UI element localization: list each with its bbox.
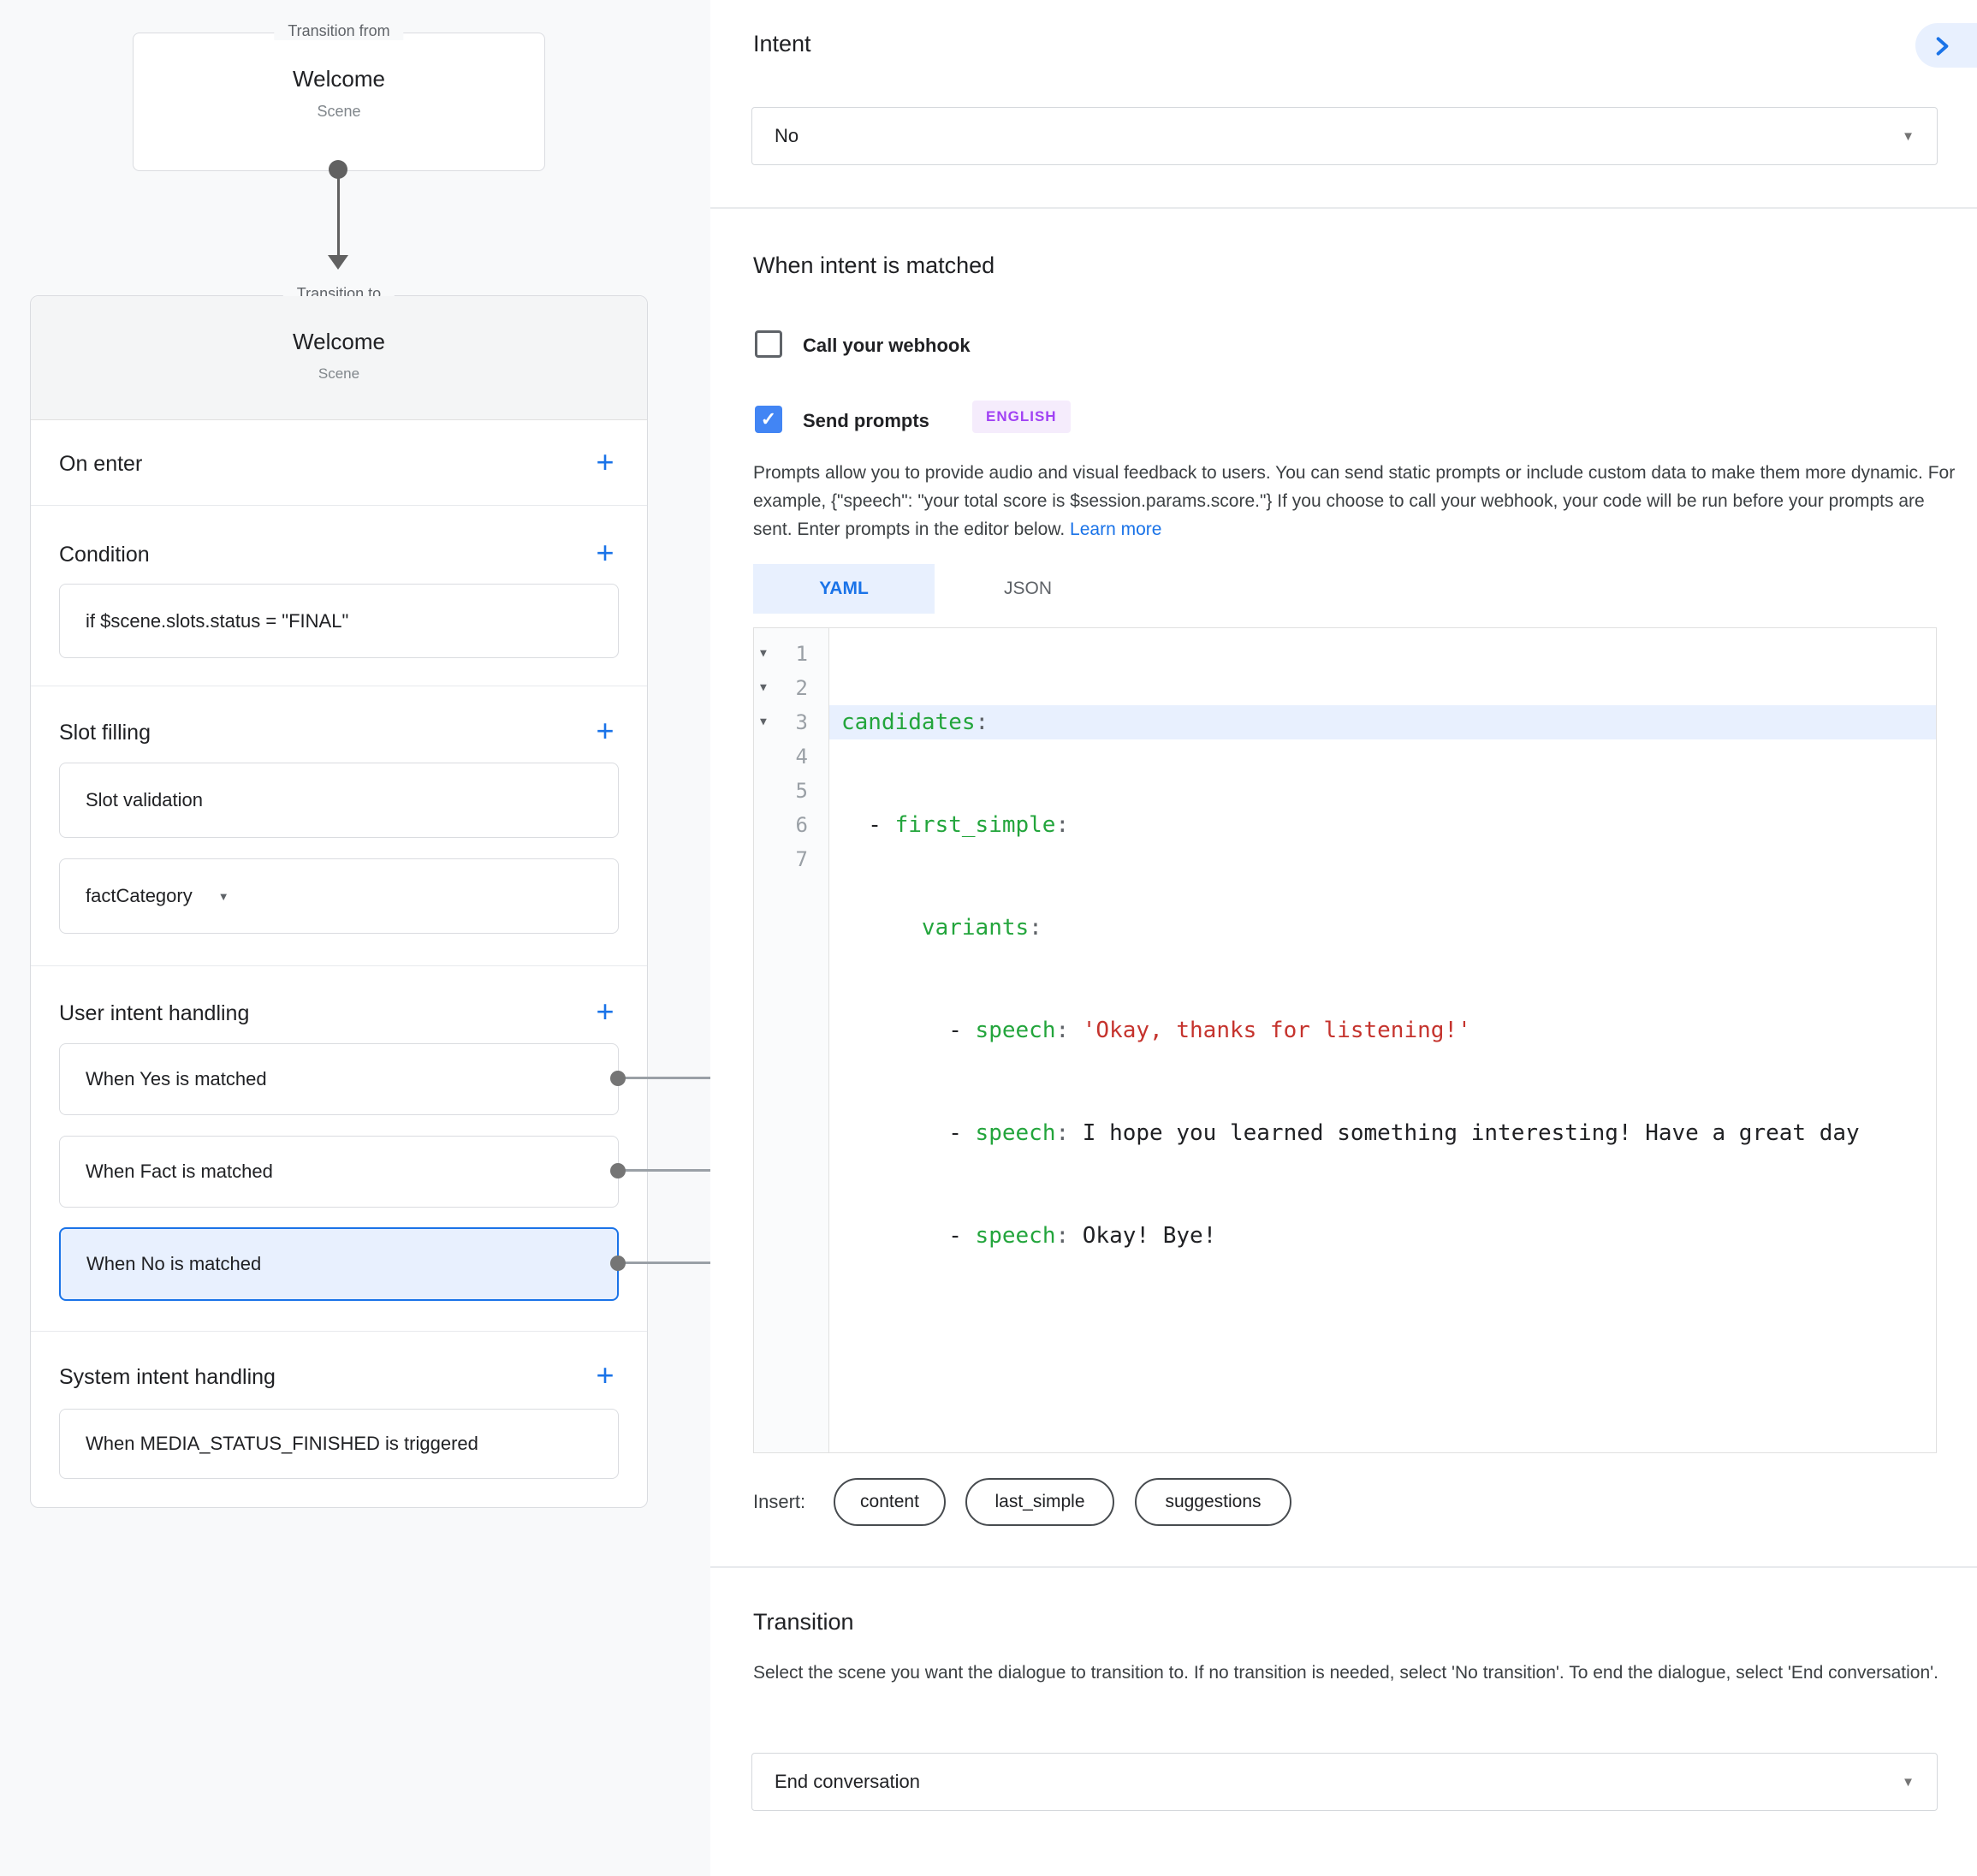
- code-line: candidates:: [829, 705, 1936, 739]
- from-scene-title: Welcome: [134, 66, 544, 92]
- collapse-panel-button[interactable]: [1915, 23, 1977, 68]
- system-intent-label: When MEDIA_STATUS_FINISHED is triggered: [86, 1433, 478, 1455]
- chevron-right-icon: [1931, 35, 1953, 57]
- intent-item-no-selected[interactable]: When No is matched: [59, 1227, 619, 1301]
- slot-validation-label: Slot validation: [86, 789, 203, 811]
- insert-chip-suggestions[interactable]: suggestions: [1135, 1478, 1291, 1526]
- section-divider: [31, 1331, 647, 1332]
- system-intent-item[interactable]: When MEDIA_STATUS_FINISHED is triggered: [59, 1409, 619, 1479]
- scene-card-header[interactable]: Welcome Scene: [31, 296, 647, 420]
- code-line: - speech: 'Okay, thanks for listening!': [829, 1013, 1936, 1048]
- intent-item-yes[interactable]: When Yes is matched: [59, 1043, 619, 1115]
- section-divider: [710, 207, 1977, 209]
- fact-category-label: factCategory: [86, 885, 193, 907]
- slot-filling-label: Slot filling: [59, 721, 151, 745]
- line-number: 2: [796, 676, 808, 700]
- intent-item-label: When No is matched: [86, 1253, 261, 1275]
- dropdown-caret-icon: ▼: [1902, 129, 1915, 144]
- condition-item[interactable]: if $scene.slots.status = "FINAL": [59, 584, 619, 658]
- line-number: 5: [796, 779, 808, 803]
- intent-connector-dot: [610, 1071, 626, 1086]
- section-divider: [31, 965, 647, 966]
- from-scene-subtitle: Scene: [134, 103, 544, 121]
- transition-select[interactable]: End conversation ▼: [751, 1753, 1938, 1811]
- code-line: - speech: Okay! Bye!: [829, 1219, 1936, 1253]
- condition-expression: if $scene.slots.status = "FINAL": [86, 610, 348, 632]
- fold-caret-icon[interactable]: ▼: [760, 637, 767, 671]
- on-enter-label: On enter: [59, 452, 142, 477]
- chevron-down-icon: ▼: [218, 890, 229, 903]
- check-icon: ✓: [761, 408, 776, 430]
- line-number: 6: [796, 813, 808, 837]
- code-line: - speech: I hope you learned something i…: [829, 1116, 1936, 1150]
- when-intent-matched-heading: When intent is matched: [753, 252, 994, 279]
- transition-heading: Transition: [753, 1609, 854, 1636]
- dropdown-caret-icon: ▼: [1902, 1775, 1915, 1790]
- prompts-description-text: Prompts allow you to provide audio and v…: [753, 463, 1955, 539]
- intent-select-value: No: [775, 125, 799, 147]
- call-webhook-checkbox[interactable]: [755, 330, 782, 358]
- intent-item-label: When Fact is matched: [86, 1161, 273, 1183]
- slot-validation-item[interactable]: Slot validation: [59, 763, 619, 838]
- insert-chip-content[interactable]: content: [834, 1478, 946, 1526]
- intent-select[interactable]: No ▼: [751, 107, 1938, 165]
- insert-label: Insert:: [753, 1491, 805, 1513]
- insert-chip-last-simple[interactable]: last_simple: [965, 1478, 1114, 1526]
- tab-yaml[interactable]: YAML: [753, 564, 935, 614]
- editor-gutter: ▼ 1 ▼ 2 ▼ 3 4 5 6 7: [754, 628, 829, 1452]
- transition-from-legend: Transition from: [274, 22, 403, 40]
- transition-description: Select the scene you want the dialogue t…: [753, 1659, 1968, 1688]
- prompt-code-editor[interactable]: ▼ 1 ▼ 2 ▼ 3 4 5 6 7 candidates: - first_sim…: [753, 627, 1937, 1453]
- line-number: 4: [796, 745, 808, 769]
- fold-caret-icon[interactable]: ▼: [760, 705, 767, 739]
- code-line: [829, 1321, 1936, 1356]
- condition-label: Condition: [59, 543, 150, 567]
- line-number: 3: [796, 710, 808, 734]
- arrow-down-icon: [328, 255, 348, 270]
- user-intent-handling-label: User intent handling: [59, 1001, 249, 1026]
- connector-line: [337, 175, 340, 257]
- intent-connector-line: [618, 1169, 710, 1172]
- scene-editor-page: Transition from Welcome Scene Transition…: [0, 0, 1977, 1876]
- scene-subtitle: Scene: [31, 365, 647, 383]
- intent-item-label: When Yes is matched: [86, 1068, 267, 1090]
- intent-connector-dot: [610, 1163, 626, 1178]
- add-slot-button[interactable]: +: [585, 712, 625, 751]
- intent-item-fact[interactable]: When Fact is matched: [59, 1136, 619, 1208]
- code-line: variants:: [829, 911, 1936, 945]
- section-divider: [31, 505, 647, 506]
- system-intent-handling-label: System intent handling: [59, 1365, 276, 1390]
- send-prompts-label: Send prompts: [803, 410, 929, 432]
- add-condition-button[interactable]: +: [585, 534, 625, 573]
- language-badge: ENGLISH: [972, 401, 1071, 433]
- intent-panel-title: Intent: [753, 31, 811, 57]
- call-webhook-label: Call your webhook: [803, 335, 971, 357]
- intent-connector-line: [618, 1077, 710, 1079]
- send-prompts-checkbox[interactable]: ✓: [755, 406, 782, 433]
- scene-title: Welcome: [31, 296, 647, 355]
- tab-json[interactable]: JSON: [935, 564, 1121, 614]
- diagram-panel: Transition from Welcome Scene Transition…: [0, 0, 710, 1876]
- intent-connector-dot: [610, 1256, 626, 1271]
- transition-from-node[interactable]: Transition from Welcome Scene: [133, 33, 545, 171]
- editor-code-area[interactable]: candidates: - first_simple: variants: - …: [829, 628, 1936, 1452]
- learn-more-link[interactable]: Learn more: [1070, 519, 1161, 539]
- add-user-intent-button[interactable]: +: [585, 993, 625, 1032]
- intent-connector-line: [618, 1262, 710, 1264]
- fact-category-slot-item[interactable]: factCategory ▼: [59, 858, 619, 934]
- add-system-intent-button[interactable]: +: [585, 1357, 625, 1396]
- code-line: - first_simple:: [829, 808, 1936, 842]
- line-number: 1: [796, 642, 808, 666]
- prompts-description: Prompts allow you to provide audio and v…: [753, 459, 1962, 543]
- fold-caret-icon[interactable]: ▼: [760, 671, 767, 705]
- add-on-enter-button[interactable]: +: [585, 443, 625, 483]
- section-divider: [710, 1566, 1977, 1568]
- line-number: 7: [796, 847, 808, 871]
- transition-select-value: End conversation: [775, 1771, 920, 1793]
- transition-to-scene-card: Transition to Welcome Scene On enter + C…: [30, 295, 648, 1508]
